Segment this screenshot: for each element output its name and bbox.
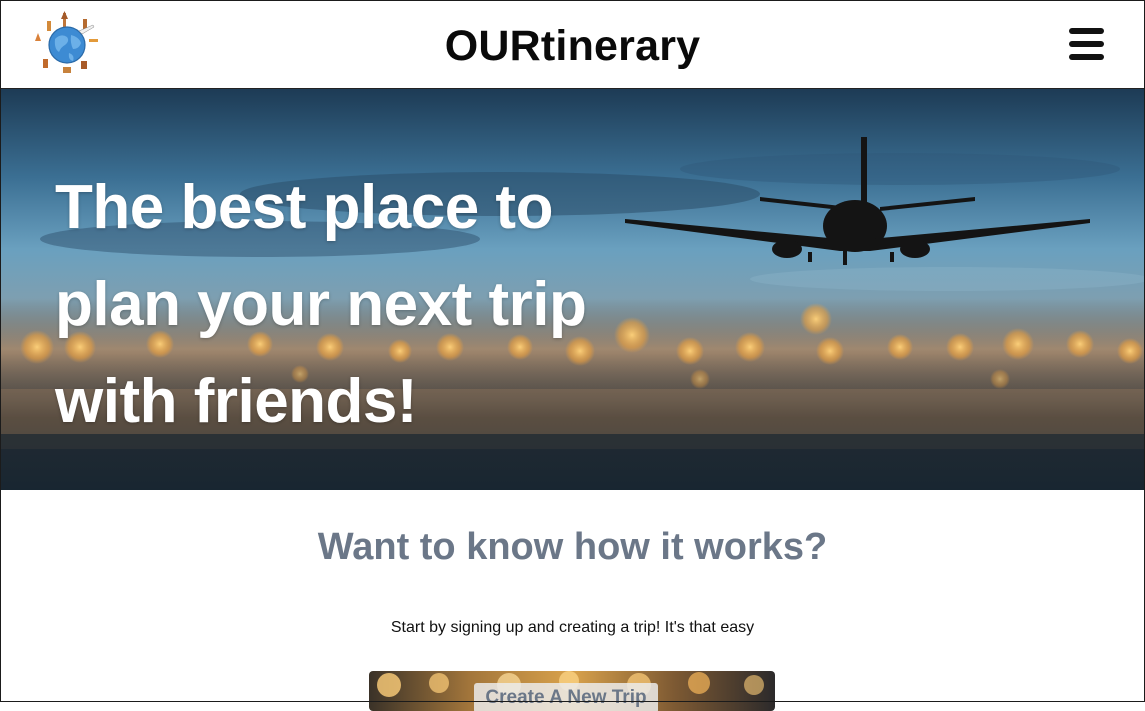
hero-headline-line: with friends! bbox=[55, 367, 418, 436]
hamburger-menu-icon[interactable] bbox=[1069, 28, 1104, 60]
how-it-works-title: Want to know how it works? bbox=[317, 526, 828, 568]
hero-headline-line: The best place to bbox=[55, 173, 553, 242]
create-new-trip-button[interactable]: Create A New Trip bbox=[474, 683, 658, 711]
how-it-works-description: Start by signing up and creating a trip!… bbox=[390, 619, 755, 636]
hero-banner: The best place to plan your next trip wi… bbox=[0, 89, 1145, 490]
hero-headline: The best place to plan your next trip wi… bbox=[55, 159, 675, 450]
top-navbar: OURtinerary bbox=[0, 0, 1145, 89]
hero-headline-line: plan your next trip bbox=[55, 270, 587, 339]
cta-banner: Create A New Trip bbox=[369, 671, 775, 711]
brand-title[interactable]: OURtinerary bbox=[0, 22, 1145, 71]
